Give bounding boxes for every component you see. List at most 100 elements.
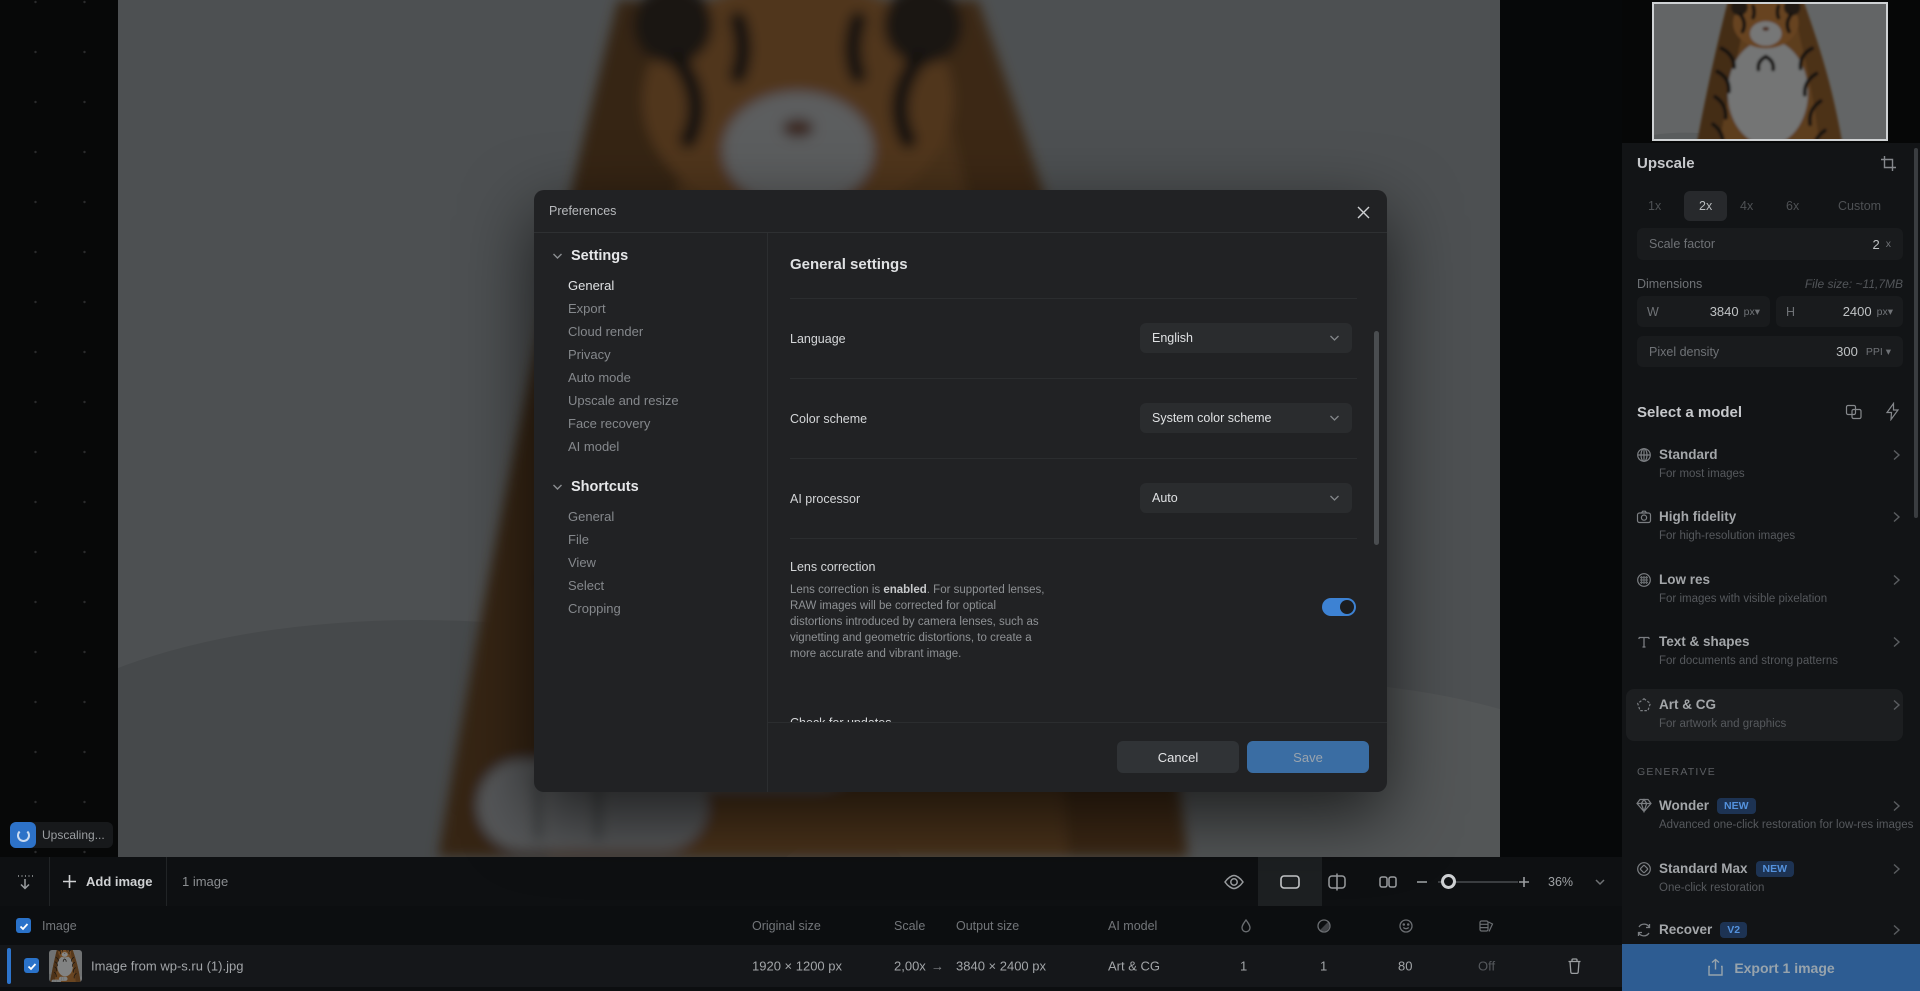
language-dropdown[interactable]: English bbox=[1140, 323, 1352, 353]
file-size-label: File size: ~11,7MB bbox=[1805, 277, 1903, 291]
pixel-density-unit-dropdown[interactable]: PPI ▾ bbox=[1866, 346, 1891, 358]
export-button-label: Export 1 image bbox=[1734, 960, 1834, 976]
color-column-icon[interactable] bbox=[1478, 918, 1495, 934]
add-image-button[interactable]: Add image bbox=[62, 857, 152, 906]
column-image[interactable]: Image bbox=[42, 919, 77, 933]
sidebar-item-export[interactable]: Export bbox=[568, 301, 606, 316]
column-scale[interactable]: Scale bbox=[894, 919, 925, 933]
scale-option-4x[interactable]: 4x bbox=[1740, 191, 1753, 221]
width-field[interactable]: W 3840 px▾ bbox=[1637, 296, 1770, 327]
width-value[interactable]: 3840 bbox=[1710, 304, 1739, 319]
lens-correction-description: Lens correction is enabled. For supporte… bbox=[790, 582, 1048, 662]
row-denoise-value[interactable]: 1 bbox=[1240, 959, 1247, 974]
select-all-checkbox[interactable] bbox=[16, 918, 31, 933]
row-color-value[interactable]: Off bbox=[1478, 959, 1495, 974]
row-checkbox[interactable] bbox=[24, 958, 39, 973]
sidebar-item-shortcuts-general[interactable]: General bbox=[568, 509, 614, 524]
collapse-panel-icon[interactable] bbox=[12, 869, 38, 895]
sidebar-item-ai-model[interactable]: AI model bbox=[568, 439, 619, 454]
sidebar-item-privacy[interactable]: Privacy bbox=[568, 347, 611, 362]
face-recovery-column-icon[interactable] bbox=[1398, 918, 1414, 934]
ab-compare-icon[interactable] bbox=[1844, 403, 1863, 421]
close-icon[interactable] bbox=[1353, 202, 1373, 222]
row-selected-accent bbox=[7, 948, 11, 984]
row-original-size: 1920 × 1200 px bbox=[752, 959, 842, 974]
cancel-button[interactable]: Cancel bbox=[1117, 741, 1239, 773]
chevron-down-icon bbox=[552, 252, 563, 260]
status-text: Upscaling... bbox=[42, 828, 105, 842]
separator bbox=[790, 378, 1357, 379]
row-scale[interactable]: 2,00x bbox=[894, 959, 926, 974]
scale-factor-label: Scale factor bbox=[1649, 237, 1715, 251]
separator bbox=[790, 458, 1357, 459]
chevron-right-icon bbox=[1890, 698, 1902, 712]
sidebar-item-auto-mode[interactable]: Auto mode bbox=[568, 370, 631, 385]
panel-scrollbar[interactable] bbox=[1914, 148, 1918, 518]
scale-option-6x[interactable]: 6x bbox=[1786, 191, 1799, 221]
pixel-density-field[interactable]: Pixel density 300 PPI ▾ bbox=[1637, 336, 1903, 367]
row-sharpen-value[interactable]: 1 bbox=[1320, 959, 1327, 974]
scale-factor-value[interactable]: 2 bbox=[1873, 237, 1880, 252]
sidebar-item-face-recovery[interactable]: Face recovery bbox=[568, 416, 650, 431]
height-field[interactable]: H 2400 px▾ bbox=[1776, 296, 1903, 327]
width-label: W bbox=[1647, 305, 1659, 319]
select-model-title: Select a model bbox=[1637, 404, 1742, 421]
row-ai-model[interactable]: Art & CG bbox=[1108, 959, 1160, 974]
zoom-out-button[interactable] bbox=[1414, 874, 1430, 890]
pixel-density-value[interactable]: 300 bbox=[1836, 344, 1858, 359]
height-unit-dropdown[interactable]: px▾ bbox=[1877, 306, 1893, 318]
ai-processor-value: Auto bbox=[1152, 491, 1178, 505]
table-footer-strip bbox=[0, 987, 1622, 991]
split-view-icon[interactable] bbox=[1325, 870, 1349, 894]
image-table-row[interactable]: Image from wp-s.ru (1).jpg 1920 × 1200 p… bbox=[0, 945, 1622, 987]
save-button[interactable]: Save bbox=[1247, 741, 1369, 773]
width-unit-dropdown[interactable]: px▾ bbox=[1744, 306, 1760, 318]
scale-option-custom[interactable]: Custom bbox=[1838, 191, 1881, 221]
lens-correction-toggle[interactable] bbox=[1322, 598, 1356, 616]
zoom-chevron-down-icon[interactable] bbox=[1592, 874, 1608, 890]
navigator-thumbnail[interactable] bbox=[1652, 2, 1888, 141]
sidebar-item-shortcuts-select[interactable]: Select bbox=[568, 578, 604, 593]
single-view-button[interactable] bbox=[1258, 857, 1322, 906]
zoom-slider-knob[interactable] bbox=[1441, 874, 1456, 889]
zoom-level-label[interactable]: 36% bbox=[1548, 857, 1573, 906]
denoise-column-icon[interactable] bbox=[1238, 918, 1254, 934]
plus-icon bbox=[62, 874, 77, 889]
chevron-right-icon bbox=[1890, 573, 1902, 587]
column-original-size[interactable]: Original size bbox=[752, 919, 821, 933]
lightning-icon[interactable] bbox=[1884, 402, 1901, 421]
chevron-down-icon bbox=[1329, 494, 1340, 502]
scale-option-1x[interactable]: 1x bbox=[1648, 191, 1661, 221]
sharpen-column-icon[interactable] bbox=[1316, 918, 1332, 934]
sphere-icon bbox=[1636, 447, 1652, 463]
crop-icon[interactable] bbox=[1880, 155, 1897, 172]
separator bbox=[790, 538, 1357, 539]
scale-option-2x[interactable]: 2x bbox=[1684, 191, 1727, 221]
sidebar-section-shortcuts[interactable]: Shortcuts bbox=[552, 479, 639, 495]
height-value[interactable]: 2400 bbox=[1843, 304, 1872, 319]
diamond-icon bbox=[1636, 798, 1652, 813]
bottom-toolbar: Add image 1 image bbox=[0, 857, 1622, 906]
export-button[interactable]: Export 1 image bbox=[1622, 944, 1920, 991]
sidebar-item-shortcuts-file[interactable]: File bbox=[568, 532, 589, 547]
column-output-size[interactable]: Output size bbox=[956, 919, 1019, 933]
color-scheme-dropdown[interactable]: System color scheme bbox=[1140, 403, 1352, 433]
sidebar-item-cloud-render[interactable]: Cloud render bbox=[568, 324, 643, 339]
sidebar-section-settings[interactable]: Settings bbox=[552, 248, 628, 264]
pixel-density-label: Pixel density bbox=[1649, 345, 1719, 359]
side-by-side-view-icon[interactable] bbox=[1376, 870, 1400, 894]
scale-factor-field[interactable]: Scale factor 2 x bbox=[1637, 228, 1903, 260]
sidebar-item-shortcuts-view[interactable]: View bbox=[568, 555, 596, 570]
sidebar-item-shortcuts-cropping[interactable]: Cropping bbox=[568, 601, 621, 616]
zoom-in-button[interactable] bbox=[1516, 874, 1532, 890]
column-ai-model[interactable]: AI model bbox=[1108, 919, 1157, 933]
sidebar-item-general[interactable]: General bbox=[568, 278, 614, 293]
preview-eye-icon[interactable] bbox=[1222, 870, 1246, 894]
delete-row-icon[interactable] bbox=[1566, 957, 1583, 975]
pentagon-icon bbox=[1636, 697, 1652, 713]
lens-correction-label: Lens correction bbox=[790, 560, 875, 574]
dialog-scrollbar[interactable] bbox=[1374, 331, 1379, 545]
ai-processor-dropdown[interactable]: Auto bbox=[1140, 483, 1352, 513]
sidebar-item-upscale-resize[interactable]: Upscale and resize bbox=[568, 393, 679, 408]
row-face-recovery-value[interactable]: 80 bbox=[1398, 959, 1412, 974]
